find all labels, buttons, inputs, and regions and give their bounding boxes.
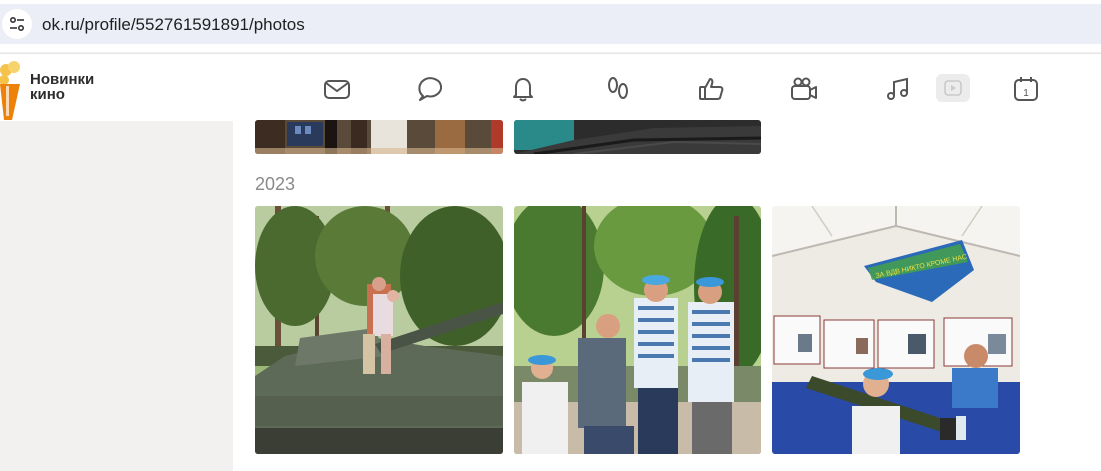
url-text[interactable]: ok.ru/profile/552761591891/photos — [42, 15, 305, 35]
calendar-day: 1 — [1023, 88, 1029, 99]
popcorn-icon[interactable] — [0, 58, 24, 120]
calendar-icon[interactable]: 1 — [1011, 74, 1041, 104]
site-info-icon[interactable] — [2, 9, 32, 39]
bell-icon[interactable] — [508, 74, 538, 104]
exhibition-tent-photo[interactable]: ЗА ВДВ НИКТО КРОМЕ НАС — [772, 206, 1020, 454]
music-note-icon[interactable] — [883, 74, 913, 104]
photo-crop-1[interactable] — [255, 120, 503, 154]
blue-berets-photo[interactable] — [514, 206, 761, 454]
year-label: 2023 — [255, 174, 296, 194]
mail-icon[interactable] — [322, 74, 352, 104]
browser-toolbar: ok.ru/profile/552761591891/photos — [0, 0, 1101, 52]
promo-line-1: Новинки — [30, 71, 95, 88]
photo-crop-2[interactable] — [514, 120, 761, 154]
like-icon[interactable] — [696, 74, 726, 104]
footprints-icon[interactable] — [603, 74, 633, 104]
address-bar[interactable]: ok.ru/profile/552761591891/photos — [0, 4, 1101, 44]
play-video-icon[interactable] — [936, 74, 970, 102]
site-header: Новинки кино 1 — [0, 53, 1101, 121]
chat-icon[interactable] — [415, 74, 445, 104]
left-sidebar — [0, 121, 233, 471]
promo-link[interactable]: Новинки кино — [30, 72, 94, 102]
tank-photo[interactable] — [255, 206, 503, 454]
video-camera-icon[interactable] — [789, 74, 819, 104]
promo-line-2: кино — [30, 86, 65, 103]
